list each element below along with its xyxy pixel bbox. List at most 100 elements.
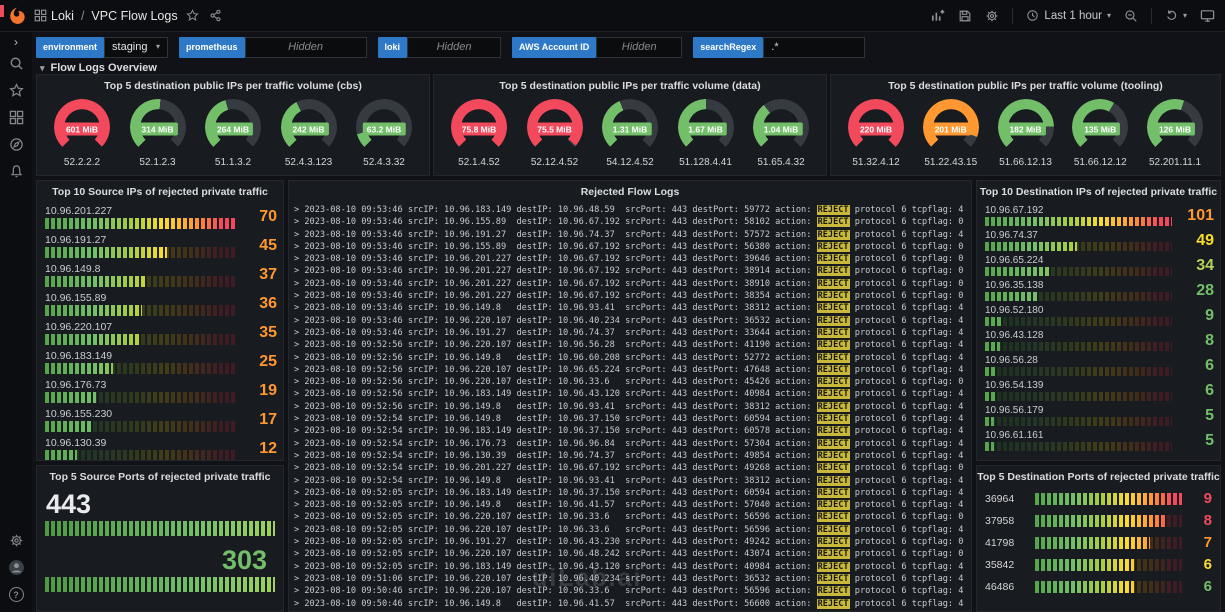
dashboard-settings-icon[interactable]: [985, 9, 999, 23]
log-line[interactable]: > 2023-08-10 09:52:05 srcIP: 10.96.191.2…: [294, 536, 966, 548]
search-icon[interactable]: [0, 50, 32, 77]
panel-title[interactable]: Top 5 destination public IPs per traffic…: [831, 75, 1220, 97]
gauge-ring: 242 MiB: [280, 99, 337, 155]
log-line[interactable]: > 2023-08-10 09:52:54 srcIP: 10.96.149.8…: [294, 475, 966, 487]
share-icon[interactable]: [209, 9, 222, 22]
dashboards-icon[interactable]: [0, 104, 32, 131]
gauge[interactable]: 63.2 MiB 52.4.3.32: [347, 99, 421, 168]
star-icon[interactable]: [185, 9, 199, 22]
panel-title[interactable]: Top 5 Destination Ports of rejected priv…: [977, 466, 1220, 488]
grafana-logo[interactable]: [0, 0, 34, 32]
page-title: VPC Flow Logs: [91, 8, 178, 23]
breadcrumb[interactable]: Loki / VPC Flow Logs: [51, 9, 178, 23]
log-line[interactable]: > 2023-08-10 09:52:56 srcIP: 10.96.220.1…: [294, 364, 966, 376]
refresh-icon[interactable]: [1165, 9, 1178, 22]
log-line[interactable]: > 2023-08-10 09:52:54 srcIP: 10.96.176.7…: [294, 438, 966, 450]
gauge[interactable]: 182 MiB 51.66.12.13: [989, 99, 1063, 168]
section-header[interactable]: ▾ Flow Logs Overview: [40, 62, 157, 74]
log-line[interactable]: > 2023-08-10 09:52:05 srcIP: 10.96.183.1…: [294, 561, 966, 573]
log-line[interactable]: > 2023-08-10 09:53:46 srcIP: 10.96.201.2…: [294, 278, 966, 290]
log-line[interactable]: > 2023-08-10 09:53:46 srcIP: 10.96.155.8…: [294, 216, 966, 228]
log-line[interactable]: > 2023-08-10 09:50:46 srcIP: 10.96.149.8…: [294, 598, 966, 610]
explore-compass-icon[interactable]: [0, 131, 32, 158]
bar-gauge: [985, 417, 1172, 426]
filter-aws-account-id: AWS Account ID Hidden: [512, 36, 683, 58]
gauge[interactable]: 135 MiB 51.66.12.12: [1063, 99, 1137, 168]
log-line[interactable]: > 2023-08-10 09:52:56 srcIP: 10.96.220.1…: [294, 339, 966, 351]
filter-value-aws-account-id[interactable]: Hidden: [596, 36, 683, 58]
reject-badge: REJECT: [816, 315, 850, 326]
bar-row: 10.96.56.28 6: [985, 355, 1214, 376]
sidebar-expand-icon[interactable]: ›: [14, 34, 18, 50]
log-line[interactable]: > 2023-08-10 09:52:54 srcIP: 10.96.149.8…: [294, 413, 966, 425]
bar-cells: [45, 392, 235, 403]
panel-title[interactable]: Top 5 destination public IPs per traffic…: [37, 75, 429, 97]
gauge[interactable]: 264 MiB 51.1.3.2: [196, 99, 270, 168]
panel-title[interactable]: Top 10 Destination IPs of rejected priva…: [977, 181, 1220, 203]
bar-row: 10.96.54.139 6: [985, 380, 1214, 401]
user-avatar[interactable]: [0, 554, 32, 581]
time-range-picker[interactable]: Last 1 hour ▾: [1026, 9, 1111, 22]
starred-dashboards-icon[interactable]: [0, 77, 32, 104]
gauge[interactable]: 1.31 MiB 54.12.4.52: [593, 99, 667, 168]
gauge[interactable]: 201 MiB 51.22.43.15: [914, 99, 988, 168]
log-line[interactable]: > 2023-08-10 09:52:05 srcIP: 10.96.220.1…: [294, 524, 966, 536]
log-line[interactable]: > 2023-08-10 09:52:56 srcIP: 10.96.149.8…: [294, 401, 966, 413]
log-line[interactable]: > 2023-08-10 09:52:05 srcIP: 10.96.220.1…: [294, 511, 966, 523]
bar-label: 10.96.149.8: [45, 263, 101, 275]
bar-value: 25: [259, 353, 277, 370]
log-line[interactable]: > 2023-08-10 09:53:46 srcIP: 10.96.201.2…: [294, 253, 966, 265]
gauge[interactable]: 75.8 MiB 52.1.4.52: [442, 99, 516, 168]
panel-title[interactable]: Top 5 Source Ports of rejected private t…: [37, 466, 283, 488]
log-line[interactable]: > 2023-08-10 09:50:46 srcIP: 10.96.220.1…: [294, 585, 966, 597]
log-line[interactable]: > 2023-08-10 09:52:05 srcIP: 10.96.149.8…: [294, 499, 966, 511]
log-line[interactable]: > 2023-08-10 09:52:54 srcIP: 10.96.201.2…: [294, 462, 966, 474]
cycle-view-icon[interactable]: [1200, 8, 1215, 23]
gauge[interactable]: 126 MiB 52.201.11.1: [1138, 99, 1212, 168]
panel-title[interactable]: Top 5 destination public IPs per traffic…: [434, 75, 826, 97]
filter-value-searchregex[interactable]: .*: [763, 36, 866, 58]
gauge[interactable]: 242 MiB 52.4.3.123: [272, 99, 346, 168]
gauge[interactable]: 75.5 MiB 52.12.4.52: [518, 99, 592, 168]
filter-value-text: Hidden: [288, 41, 323, 53]
zoom-out-time-icon[interactable]: [1124, 9, 1138, 23]
log-line[interactable]: > 2023-08-10 09:52:05 srcIP: 10.96.220.1…: [294, 548, 966, 560]
log-line[interactable]: > 2023-08-10 09:51:06 srcIP: 10.96.220.1…: [294, 573, 966, 585]
panel-title[interactable]: Top 10 Source IPs of rejected private tr…: [37, 181, 283, 203]
gauge[interactable]: 601 MiB 52.2.2.2: [45, 99, 119, 168]
filter-label: prometheus: [179, 36, 245, 58]
bar-value: 6: [1203, 556, 1212, 573]
reject-badge: REJECT: [816, 463, 850, 474]
log-line[interactable]: > 2023-08-10 09:52:56 srcIP: 10.96.149.8…: [294, 352, 966, 364]
log-line[interactable]: > 2023-08-10 09:52:56 srcIP: 10.96.183.1…: [294, 388, 966, 400]
log-line[interactable]: > 2023-08-10 09:53:46 srcIP: 10.96.191.2…: [294, 327, 966, 339]
add-panel-icon[interactable]: [930, 8, 945, 23]
refresh-interval-chevron-icon[interactable]: ▾: [1183, 11, 1187, 20]
gauge[interactable]: 220 MiB 51.32.4.12: [839, 99, 913, 168]
log-line[interactable]: > 2023-08-10 09:53:46 srcIP: 10.96.201.2…: [294, 290, 966, 302]
gauge[interactable]: 1.04 MiB 51.65.4.32: [744, 99, 818, 168]
gauge-label: 51.65.4.32: [757, 157, 805, 168]
filter-value-prometheus[interactable]: Hidden: [244, 36, 367, 58]
log-line[interactable]: > 2023-08-10 09:52:05 srcIP: 10.96.183.1…: [294, 487, 966, 499]
bar-row: 10.96.191.27 45: [45, 234, 277, 258]
filter-value-loki[interactable]: Hidden: [407, 36, 502, 58]
gauge[interactable]: 1.67 MiB 51.128.4.41: [669, 99, 743, 168]
log-line[interactable]: > 2023-08-10 09:52:54 srcIP: 10.96.130.3…: [294, 450, 966, 462]
log-line[interactable]: > 2023-08-10 09:53:46 srcIP: 10.96.201.2…: [294, 265, 966, 277]
bar-cells: [45, 363, 235, 374]
filter-value-environment[interactable]: staging ▾: [104, 36, 169, 58]
panel-title[interactable]: Rejected Flow Logs: [289, 181, 971, 203]
log-line[interactable]: > 2023-08-10 09:52:56 srcIP: 10.96.220.1…: [294, 376, 966, 388]
log-line[interactable]: > 2023-08-10 09:52:54 srcIP: 10.96.183.1…: [294, 425, 966, 437]
help-icon[interactable]: ?: [0, 581, 32, 608]
log-line[interactable]: > 2023-08-10 09:53:46 srcIP: 10.96.149.8…: [294, 302, 966, 314]
gauge[interactable]: 314 MiB 52.1.2.3: [121, 99, 195, 168]
alerting-bell-icon[interactable]: [0, 158, 32, 185]
log-line[interactable]: > 2023-08-10 09:53:46 srcIP: 10.96.191.2…: [294, 229, 966, 241]
log-line[interactable]: > 2023-08-10 09:53:46 srcIP: 10.96.183.1…: [294, 204, 966, 216]
log-line[interactable]: > 2023-08-10 09:53:46 srcIP: 10.96.220.1…: [294, 315, 966, 327]
save-dashboard-icon[interactable]: [958, 9, 972, 23]
log-line[interactable]: > 2023-08-10 09:53:46 srcIP: 10.96.155.8…: [294, 241, 966, 253]
server-admin-gear-icon[interactable]: [0, 527, 32, 554]
